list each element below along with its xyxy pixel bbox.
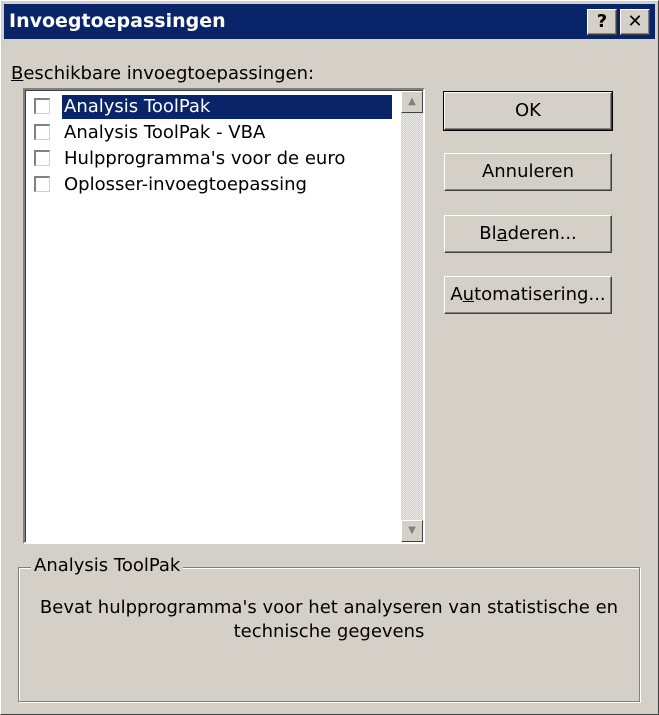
dialog-title: Invoegtoepassingen xyxy=(9,10,226,32)
addin-item-label: Analysis ToolPak - VBA xyxy=(64,122,266,143)
close-button[interactable]: ✕ xyxy=(620,9,650,35)
addin-checkbox[interactable] xyxy=(34,124,50,140)
title-bar: Invoegtoepassingen ? ✕ xyxy=(4,4,655,39)
ok-button[interactable]: OK xyxy=(443,91,613,131)
description-text: Bevat hulpprogramma's voor het analysere… xyxy=(39,597,619,642)
scroll-down-button[interactable]: ▼ xyxy=(401,520,423,542)
description-title: Analysis ToolPak xyxy=(31,554,184,578)
addins-dialog: Invoegtoepassingen ? ✕ Beschikbare invoe… xyxy=(0,0,659,715)
cancel-button[interactable]: Annuleren xyxy=(444,153,612,191)
addin-item-label: Hulpprogramma's voor de euro xyxy=(64,148,346,169)
close-icon: ✕ xyxy=(627,11,643,32)
arrow-up-icon: ▲ xyxy=(408,96,416,107)
automation-button[interactable]: Automatisering... xyxy=(444,276,612,314)
addin-item-label: Oplosser-invoegtoepassing xyxy=(64,174,307,195)
arrow-down-icon: ▼ xyxy=(408,525,416,536)
addin-checkbox[interactable] xyxy=(34,98,50,114)
addins-listbox[interactable]: Analysis ToolPak Analysis ToolPak - VBA … xyxy=(23,88,425,544)
scroll-up-button[interactable]: ▲ xyxy=(401,91,423,113)
help-button[interactable]: ? xyxy=(587,9,617,35)
addin-checkbox[interactable] xyxy=(34,176,50,192)
description-groupbox: Analysis ToolPak Bevat hulpprogramma's v… xyxy=(18,554,640,702)
addin-checkbox[interactable] xyxy=(34,150,50,166)
browse-button[interactable]: Bladeren... xyxy=(444,215,612,253)
vertical-scrollbar[interactable]: ▲ ▼ xyxy=(401,91,423,542)
help-icon: ? xyxy=(596,11,608,32)
addins-list-label: Beschikbare invoegtoepassingen: xyxy=(11,63,315,84)
addin-item-label: Analysis ToolPak xyxy=(62,95,392,119)
